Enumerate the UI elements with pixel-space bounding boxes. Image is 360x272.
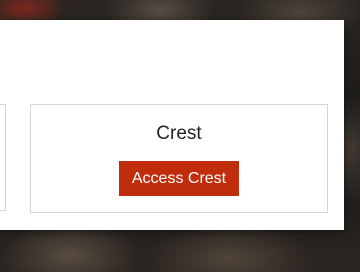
card-title: Crest [156,123,202,144]
crest-card: Crest Access Crest [30,104,328,213]
content-panel: Crest Access Crest [0,20,344,230]
previous-card-edge [0,104,6,211]
access-crest-button[interactable]: Access Crest [119,161,239,196]
